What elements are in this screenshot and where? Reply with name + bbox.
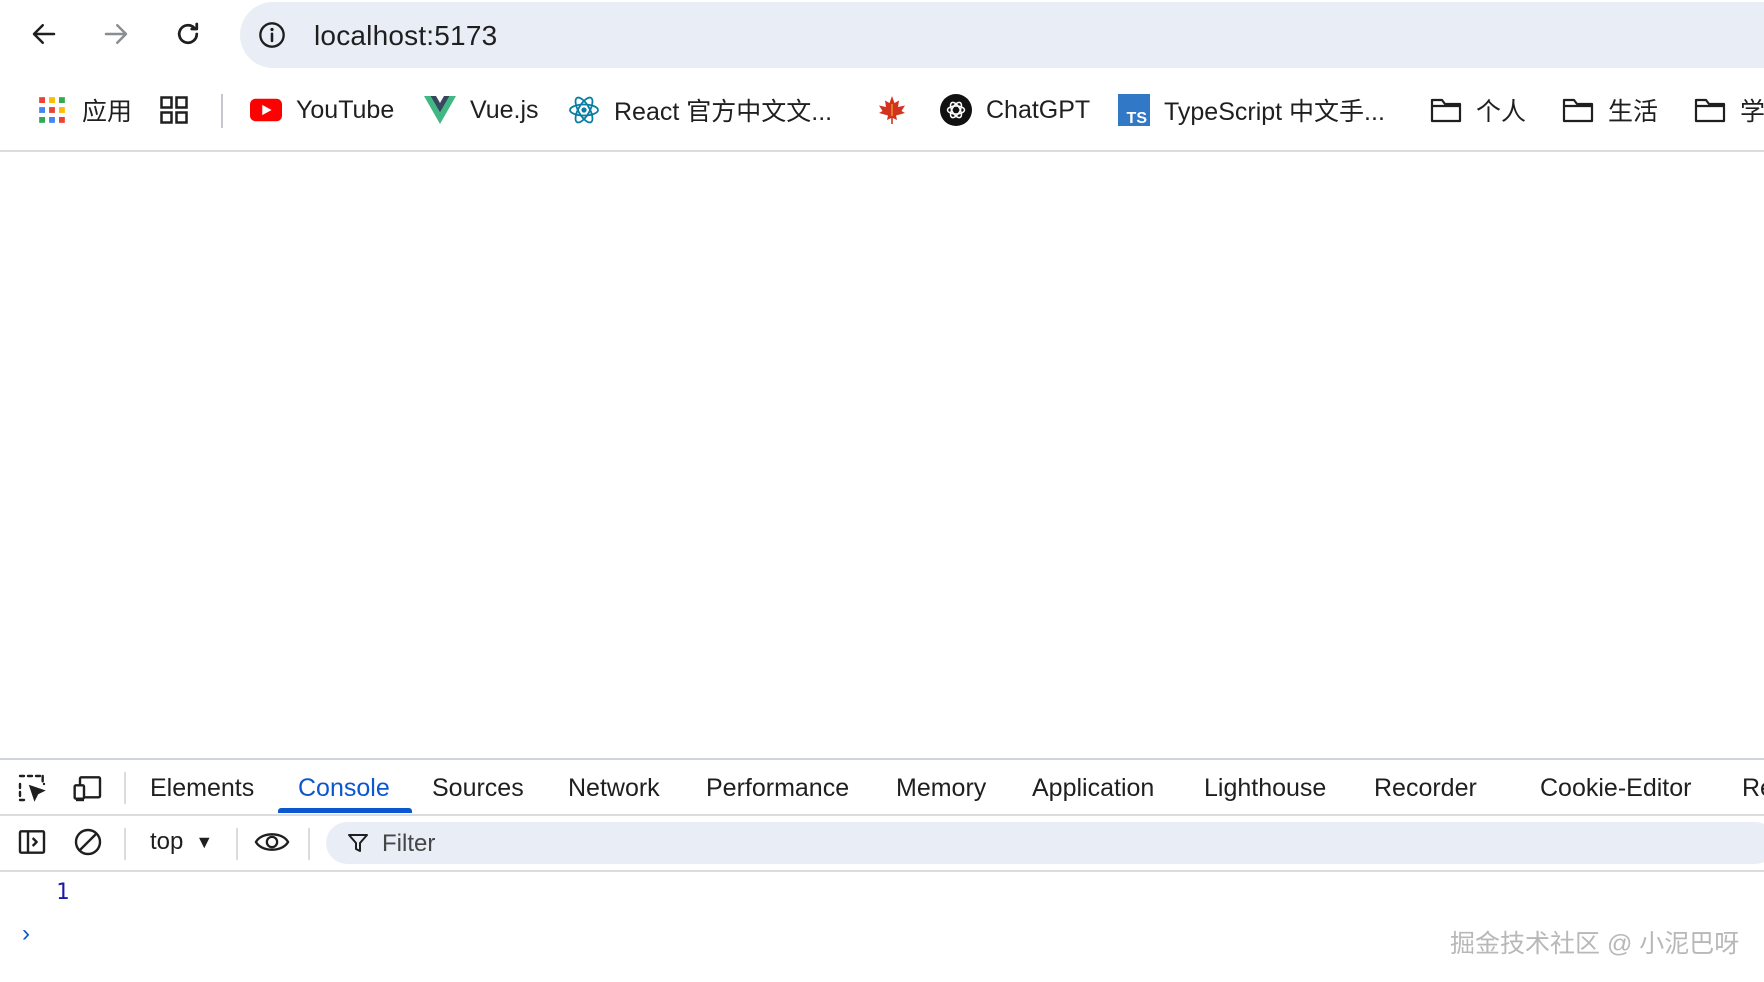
tab-console[interactable]: Console (298, 774, 390, 803)
typescript-icon-text: TS (1127, 110, 1148, 126)
bookmark-label: YouTube (296, 95, 395, 124)
sidebar-toggle-button[interactable] (14, 824, 50, 860)
bookmark-label: Vue.js (470, 95, 539, 124)
tab-network[interactable]: Network (568, 774, 660, 803)
tab-application[interactable]: Application (1032, 774, 1154, 803)
bookmark-folder-personal[interactable]: 个人 (1430, 90, 1526, 130)
bookmark-maple[interactable] (876, 90, 922, 130)
bookmark-label: TypeScript 中文手... (1164, 98, 1385, 126)
tab-sources[interactable]: Sources (432, 774, 524, 803)
typescript-icon: TS (1118, 94, 1150, 126)
bookmark-react[interactable]: React 官方中文文... (568, 90, 832, 130)
apps-grid-icon (36, 94, 68, 126)
console-filter-input[interactable]: Filter (326, 822, 1764, 864)
devtools-divider (124, 772, 126, 804)
tab-lighthouse[interactable]: Lighthouse (1204, 774, 1326, 803)
tab-elements[interactable]: Elements (150, 774, 254, 803)
bookmark-label: 学 (1740, 98, 1764, 126)
live-expression-button[interactable] (254, 824, 290, 860)
tab-memory[interactable]: Memory (896, 774, 986, 803)
bookmark-apps[interactable]: 应用 (36, 90, 132, 130)
arrow-left-icon (32, 24, 56, 44)
devtools-divider (236, 828, 238, 860)
console-prompt-icon[interactable]: › (22, 920, 30, 948)
tab-overflow[interactable]: Re (1742, 774, 1764, 803)
youtube-icon (250, 94, 282, 126)
vue-icon (424, 94, 456, 126)
bookmark-folder-study[interactable]: 学 (1694, 90, 1764, 130)
back-button[interactable] (26, 16, 62, 52)
inspect-cursor-icon (18, 774, 46, 802)
device-icon (73, 776, 102, 802)
site-info-icon[interactable] (258, 21, 286, 49)
filter-icon (348, 834, 368, 852)
page-viewport (0, 152, 1764, 758)
folder-icon (1694, 94, 1726, 126)
bookmark-tab-groups[interactable] (158, 90, 204, 130)
bookmarks-divider (221, 94, 223, 128)
block-icon (74, 828, 102, 856)
device-toolbar-button[interactable] (70, 770, 106, 806)
grid-squares-icon (158, 94, 190, 126)
devtools-divider (124, 828, 126, 860)
bookmark-vue[interactable]: Vue.js (424, 90, 539, 130)
filter-placeholder: Filter (382, 830, 436, 857)
tab-cookie-editor[interactable]: Cookie-Editor (1540, 774, 1691, 803)
console-log-value: 1 (56, 880, 70, 905)
bookmark-chatgpt[interactable]: ChatGPT (940, 90, 1090, 130)
caret-down-icon: ▼ (195, 831, 214, 852)
bookmark-label: 个人 (1476, 98, 1527, 126)
devtools-divider (308, 828, 310, 860)
eye-icon (254, 833, 290, 851)
bookmark-label: ChatGPT (986, 95, 1091, 124)
bookmark-label: 生活 (1608, 98, 1659, 126)
address-bar[interactable]: localhost:5173 (240, 2, 1764, 68)
bookmark-folder-life[interactable]: 生活 (1562, 90, 1658, 130)
tab-recorder[interactable]: Recorder (1374, 774, 1477, 803)
folder-icon (1562, 94, 1594, 126)
bookmark-label: 应用 (82, 98, 133, 126)
browser-toolbar: localhost:5173 (0, 0, 1764, 68)
devtools-panel: Elements Console Sources Network Perform… (0, 758, 1764, 982)
maple-leaf-icon (876, 94, 908, 126)
folder-icon (1430, 94, 1462, 126)
url-text[interactable]: localhost:5173 (314, 20, 497, 52)
context-label: top (150, 828, 184, 855)
bookmark-youtube[interactable]: YouTube (250, 90, 394, 130)
bookmark-label: React 官方中文文... (614, 98, 833, 126)
forward-button[interactable] (98, 16, 134, 52)
sidebar-icon (18, 830, 46, 854)
reload-button[interactable] (170, 16, 206, 52)
bookmarks-bar: 应用 YouTube Vue.js React 官方中文文... ChatGPT… (0, 80, 1764, 152)
arrow-right-icon (104, 24, 128, 44)
active-tab-indicator (278, 808, 412, 813)
reload-icon (177, 22, 199, 45)
devtools-tab-bar: Elements Console Sources Network Perform… (0, 760, 1764, 816)
context-selector[interactable]: top ▼ (150, 828, 213, 856)
watermark: 掘金技术社区 @ 小泥巴呀 (1450, 930, 1740, 958)
react-icon (568, 94, 600, 126)
bookmark-typescript[interactable]: TS TypeScript 中文手... (1118, 90, 1385, 130)
clear-console-button[interactable] (70, 824, 106, 860)
tab-performance[interactable]: Performance (706, 774, 849, 803)
inspect-element-button[interactable] (14, 770, 50, 806)
chatgpt-icon (940, 94, 972, 126)
